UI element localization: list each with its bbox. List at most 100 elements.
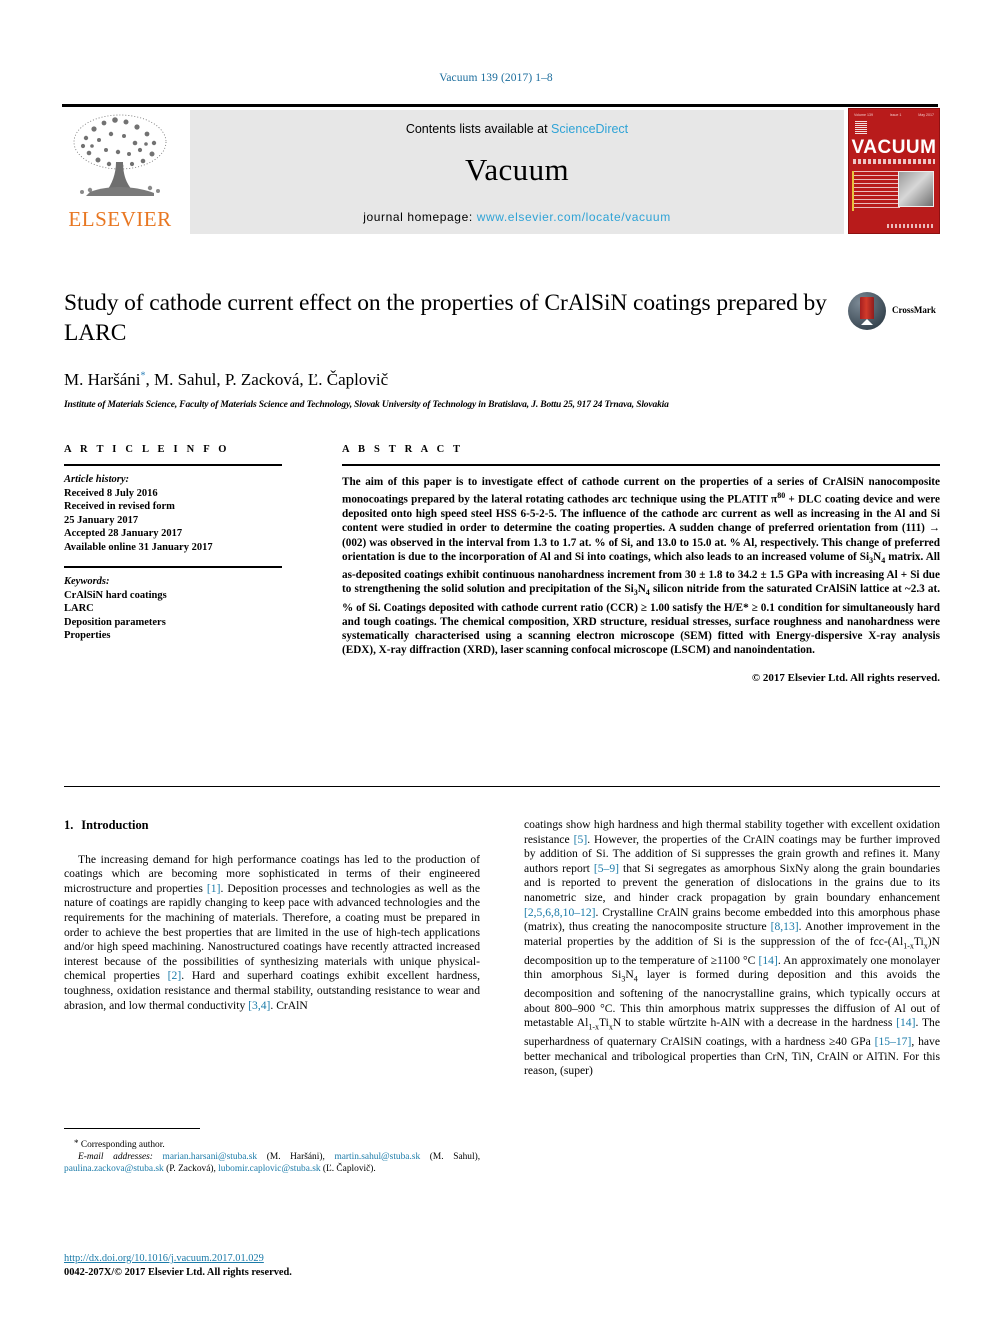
issn-copyright-line: 0042-207X/© 2017 Elsevier Ltd. All right… (64, 1266, 292, 1278)
cover-issue-line: Volume 139 Issue 1 May 2017 (854, 113, 934, 119)
journal-title: Vacuum (465, 152, 569, 187)
cover-micrograph-image (898, 171, 934, 207)
text-run: Ti (599, 1016, 609, 1030)
section-title: Introduction (81, 818, 149, 832)
elsevier-wordmark: ELSEVIER (68, 207, 172, 231)
keyword-item: CrAlSiN hard coatings (64, 589, 167, 601)
abstract-heading: A B S T R A C T (342, 444, 464, 455)
cover-text-block (854, 171, 900, 211)
citation-ref[interactable]: [2,5,6,8,10–12] (524, 906, 596, 919)
doi-link[interactable]: http://dx.doi.org/10.1016/j.vacuum.2017.… (64, 1252, 480, 1266)
keyword-item: LARC (64, 603, 94, 614)
email-addresses-note: E-mail addresses: marian.harsani@stuba.s… (64, 1152, 481, 1175)
keywords-label: Keywords: (64, 576, 110, 587)
email-owner: (P. Zacková) (166, 1164, 214, 1175)
journal-cover-thumbnail: Volume 139 Issue 1 May 2017 VACUUM (848, 108, 940, 234)
article-page: Vacuum 139 (2017) 1–8 ELSEVIER Contents … (0, 0, 992, 1323)
citation-ref[interactable]: [14] (896, 1016, 915, 1029)
citation-ref[interactable]: [2] (168, 969, 182, 982)
asterisk-icon: * (74, 1138, 79, 1148)
text-run: N (625, 968, 634, 982)
body-left-column: 1. Introduction The increasing demand for… (64, 818, 480, 1013)
abstract-copyright: © 2017 Elsevier Ltd. All rights reserved… (751, 671, 940, 684)
article-info-heading: A R T I C L E I N F O (64, 444, 230, 455)
email-label: E-mail addresses: (78, 1152, 153, 1163)
email-owner: (M. Sahul) (429, 1152, 478, 1163)
article-info-separator (64, 566, 282, 568)
email-owner: (Ľ. Čaplovič) (322, 1164, 374, 1175)
cover-subtitle-rule (853, 159, 935, 164)
contents-band: Contents lists available at ScienceDirec… (190, 110, 844, 234)
email-link[interactable]: marian.harsani@stuba.sk (163, 1152, 258, 1162)
abstract-bottom-rule (64, 786, 940, 787)
running-head: Vacuum 139 (2017) 1–8 (439, 72, 553, 84)
abstract-pi-exponent: 80 (777, 491, 786, 501)
citation-ref[interactable]: [8,13] (771, 920, 799, 933)
crossmark-label: CrossMark (892, 305, 936, 315)
keyword-item: Properties (64, 630, 111, 641)
journal-masthead: ELSEVIER Contents lists available at Sci… (62, 104, 940, 234)
crossmark-icon (848, 292, 886, 330)
article-info-column: A R T I C L E I N F O Article history: R… (64, 444, 282, 643)
corresponding-label: Corresponding author. (80, 1140, 165, 1150)
abstract-part-5: N (637, 583, 646, 596)
email-link[interactable]: martin.sahul@stuba.sk (334, 1152, 420, 1162)
cover-title: VACUUM (851, 137, 937, 158)
formula-sub: 1-x (903, 941, 914, 951)
elsevier-tree-icon (66, 112, 174, 204)
footnote-rule (64, 1128, 200, 1129)
text-run: N to stable wűrtzite h-AlN with a decrea… (612, 1016, 897, 1030)
page-title: Study of cathode current effect on the p… (64, 290, 827, 346)
abstract-rule (342, 464, 940, 466)
formula-sub: 1-x (588, 1022, 599, 1032)
citation-ref[interactable]: [14] (758, 954, 777, 967)
history-line: Accepted 28 January 2017 (64, 528, 183, 539)
citation-ref[interactable]: [1] (207, 882, 221, 895)
footnote-block: * Corresponding author. E-mail addresses… (64, 1128, 480, 1176)
elsevier-logo: ELSEVIER (62, 110, 178, 234)
homepage-label: journal homepage: (363, 210, 477, 224)
text-run: . Deposition processes and technologies … (64, 881, 480, 983)
email-link[interactable]: paulina.zackova@stuba.sk (64, 1164, 164, 1174)
citation-ref[interactable]: [5] (574, 833, 588, 846)
keywords-group: Keywords: CrAlSiN hard coatings LARC Dep… (64, 575, 282, 643)
email-owner: (M. Haršáni) (266, 1152, 323, 1163)
abstract-part-3: N (873, 550, 882, 563)
article-history-group: Article history: Received 8 July 2016 Re… (64, 473, 282, 554)
text-run: Ti (913, 934, 924, 948)
crossmark-badge-group[interactable]: CrossMark (848, 292, 940, 332)
citation-ref[interactable]: [15–17] (875, 1035, 912, 1048)
title-block: Study of cathode current effect on the p… (64, 288, 854, 410)
masthead-top-rule (62, 104, 938, 107)
contents-prefix: Contents lists available at (405, 122, 552, 136)
homepage-url-link[interactable]: www.elsevier.com/locate/vacuum (477, 210, 671, 224)
author-list: M. Haršáni*, M. Sahul, P. Zacková, Ľ. Ča… (64, 370, 854, 390)
paragraph: The increasing demand for high performan… (64, 853, 480, 1014)
citation-ref[interactable]: [3,4] (248, 999, 270, 1012)
cover-issue: Issue 1 (889, 113, 902, 117)
text-run: . CrAlN (270, 998, 308, 1012)
section-number: 1. (64, 818, 74, 832)
cover-volume: Volume 139 (854, 113, 873, 117)
crossmark-book-icon (860, 297, 874, 325)
history-line: 25 January 2017 (64, 514, 139, 526)
paragraph: coatings show high hardness and high the… (524, 818, 940, 1079)
email-link[interactable]: lubomir.caplovic@stuba.sk (218, 1164, 320, 1174)
journal-homepage-line: journal homepage: www.elsevier.com/locat… (190, 210, 844, 224)
article-history-label: Article history: (64, 474, 130, 485)
history-line: Available online 31 January 2017 (64, 541, 213, 553)
author-names: M. Haršáni*, M. Sahul, P. Zacková, Ľ. Ča… (64, 370, 389, 389)
section-heading-introduction: 1. Introduction (64, 818, 480, 833)
history-line: Received 8 July 2016 (64, 487, 158, 499)
affiliation: Institute of Materials Science, Faculty … (64, 400, 669, 410)
doi-block: http://dx.doi.org/10.1016/j.vacuum.2017.… (64, 1252, 480, 1279)
citation-ref[interactable]: [5–9] (594, 862, 619, 875)
history-line: Received in revised form (64, 501, 175, 512)
cover-elsevier-icon (855, 121, 867, 135)
abstract-column: A B S T R A C T The aim of this paper is… (342, 444, 940, 684)
cover-date: May 2017 (918, 113, 934, 117)
corresponding-author-note: * Corresponding author. (64, 1137, 480, 1151)
sciencedirect-link[interactable]: ScienceDirect (551, 122, 628, 136)
author-marker: * (140, 370, 146, 382)
contents-available-line: Contents lists available at ScienceDirec… (190, 122, 844, 136)
